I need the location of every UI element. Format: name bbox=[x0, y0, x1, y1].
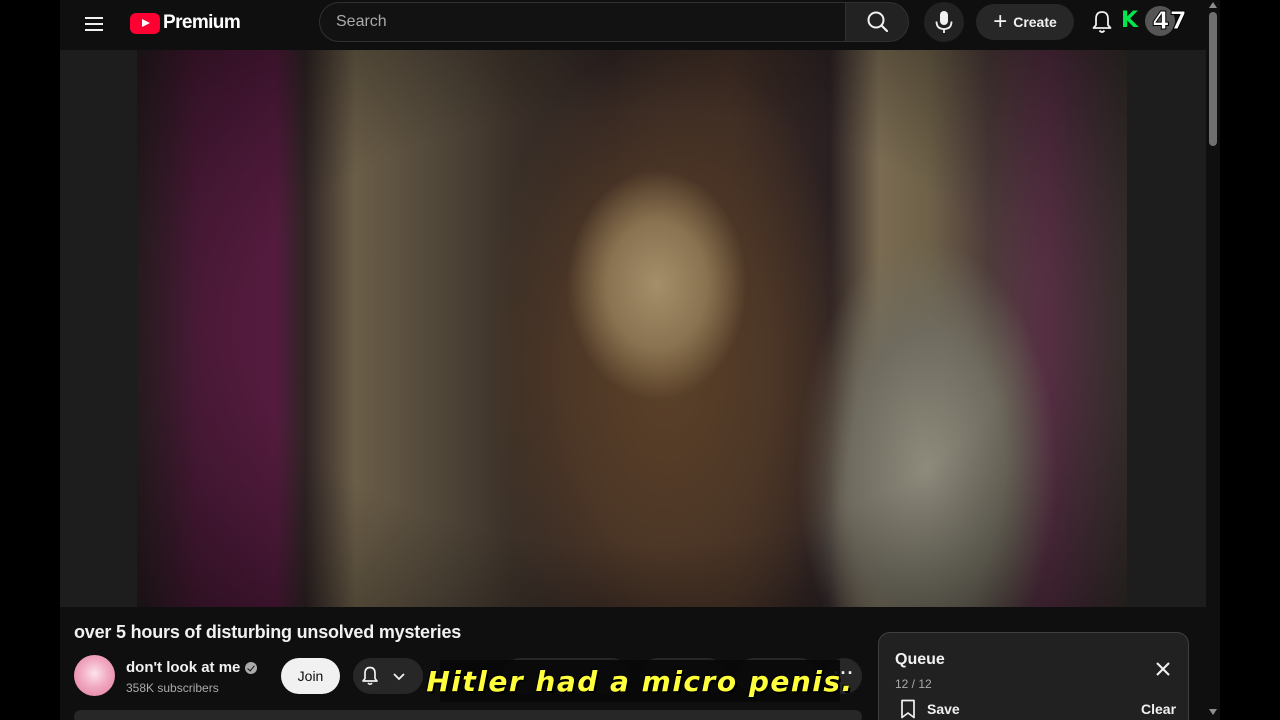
caption-text: Hitler had a micro penis. bbox=[426, 664, 854, 698]
video-player[interactable] bbox=[60, 50, 1206, 607]
badge-number: 47 bbox=[1152, 6, 1188, 36]
channel-name[interactable]: don't look at me bbox=[126, 659, 258, 676]
join-button[interactable]: Join bbox=[281, 658, 340, 694]
menu-icon[interactable] bbox=[80, 10, 108, 38]
youtube-watch-page: Premium + Create bbox=[60, 0, 1220, 720]
youtube-premium-logo[interactable]: Premium bbox=[130, 10, 241, 36]
page-scrollbar[interactable] bbox=[1206, 0, 1220, 720]
create-button[interactable]: + Create bbox=[976, 4, 1074, 40]
scroll-down-icon[interactable] bbox=[1209, 709, 1217, 715]
verified-icon bbox=[245, 661, 258, 674]
queue-count: 12 / 12 bbox=[895, 677, 932, 691]
search-input[interactable] bbox=[319, 2, 845, 42]
overlay-badge: K 47 bbox=[1121, 6, 1188, 36]
subscriber-count: 358K subscribers bbox=[126, 681, 219, 695]
bookmark-icon bbox=[901, 699, 915, 719]
search-button[interactable] bbox=[845, 2, 909, 42]
queue-save-label: Save bbox=[927, 701, 960, 717]
plus-icon: + bbox=[993, 8, 1008, 35]
queue-clear-button[interactable]: Clear bbox=[1141, 701, 1176, 717]
queue-save-button[interactable]: Save bbox=[899, 699, 960, 719]
badge-letter: K bbox=[1121, 8, 1139, 33]
channel-avatar[interactable] bbox=[74, 655, 115, 696]
scrollbar-thumb[interactable] bbox=[1209, 12, 1217, 146]
create-label: Create bbox=[1013, 14, 1057, 30]
mic-icon bbox=[935, 11, 953, 33]
top-bar: Premium + Create bbox=[60, 0, 1220, 48]
voice-search-button[interactable] bbox=[924, 2, 964, 42]
close-icon[interactable] bbox=[1149, 655, 1177, 683]
bell-icon bbox=[1092, 11, 1112, 33]
subscribed-button[interactable] bbox=[353, 658, 423, 694]
description-box[interactable] bbox=[74, 710, 862, 720]
search-icon bbox=[867, 11, 889, 33]
queue-panel: Queue 12 / 12 Save Clear bbox=[878, 632, 1189, 720]
video-frame bbox=[137, 50, 1127, 607]
channel-name-text: don't look at me bbox=[126, 659, 241, 676]
scroll-up-icon[interactable] bbox=[1209, 2, 1217, 8]
logo-text: Premium bbox=[163, 12, 241, 33]
chevron-down-icon bbox=[393, 673, 405, 681]
video-title: over 5 hours of disturbing unsolved myst… bbox=[74, 622, 462, 642]
caption-overlay: Hitler had a micro penis. bbox=[426, 660, 852, 702]
youtube-play-icon bbox=[130, 12, 160, 34]
queue-title: Queue bbox=[895, 651, 945, 668]
notifications-button[interactable] bbox=[1086, 6, 1118, 38]
